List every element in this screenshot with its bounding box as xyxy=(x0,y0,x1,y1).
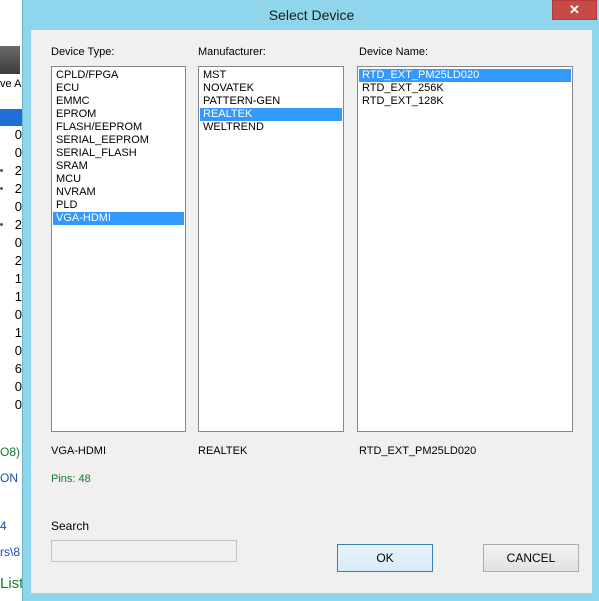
ok-button[interactable]: OK xyxy=(337,544,433,572)
background-list-row[interactable]: 0 xyxy=(0,378,22,396)
selected-manufacturer: REALTEK xyxy=(198,445,248,457)
row-marker-icon xyxy=(0,169,3,172)
background-list-value: 1 xyxy=(14,289,22,304)
background-list-row[interactable]: 0 xyxy=(0,126,22,144)
background-list-value: 2 xyxy=(14,163,22,178)
background-list-value: 0 xyxy=(14,397,22,412)
list-item[interactable]: ECU xyxy=(53,82,184,95)
background-list-value: 2 xyxy=(14,217,22,232)
list-item[interactable]: CPLD/FPGA xyxy=(53,69,184,82)
selected-device-type: VGA-HDMI xyxy=(51,445,106,457)
background-list-row[interactable]: 2 xyxy=(0,252,22,270)
background-status-line: O8) xyxy=(0,445,21,459)
manufacturer-listbox[interactable]: MST NOVATEK PATTERN-GEN REALTEK WELTREND xyxy=(198,66,344,432)
dialog-body: Device Type: Manufacturer: Device Name: … xyxy=(31,30,592,593)
list-item[interactable]: PLD xyxy=(53,199,184,212)
list-item[interactable]: RTD_EXT_PM25LD020 xyxy=(359,69,571,82)
save-icon[interactable] xyxy=(0,46,20,74)
close-button[interactable]: ✕ xyxy=(552,0,597,20)
list-item[interactable]: SERIAL_EEPROM xyxy=(53,134,184,147)
background-list-row[interactable]: 2 xyxy=(0,216,22,234)
background-list-value: 0 xyxy=(14,379,22,394)
background-status-line: List xyxy=(0,575,24,592)
list-item[interactable]: REALTEK xyxy=(200,108,342,121)
background-list-row[interactable]: 0 xyxy=(0,198,22,216)
background-status-line: 4 xyxy=(0,519,7,533)
background-list-value: 1 xyxy=(14,325,22,340)
list-item[interactable]: FLASH/EEPROM xyxy=(53,121,184,134)
row-marker-icon xyxy=(0,223,3,226)
background-list-row[interactable]: 1 xyxy=(0,270,22,288)
manufacturer-label: Manufacturer: xyxy=(198,46,266,58)
list-item[interactable]: EMMC xyxy=(53,95,184,108)
background-list-row[interactable]: 1 xyxy=(0,324,22,342)
list-item[interactable]: MCU xyxy=(53,173,184,186)
toolbar-label: ve A xyxy=(0,78,22,90)
background-list-value: 0 xyxy=(14,145,22,160)
list-item[interactable]: SRAM xyxy=(53,160,184,173)
background-list-row[interactable]: 0 xyxy=(0,396,22,414)
background-list-row[interactable]: 2 xyxy=(0,180,22,198)
background-list-row[interactable]: 6 xyxy=(0,360,22,378)
device-name-listbox[interactable]: RTD_EXT_PM25LD020 RTD_EXT_256K RTD_EXT_128… xyxy=(357,66,573,432)
screen: ve A 0 0 2 2 0 2 0 2 1 1 0 1 0 6 0 0 O8) ON 4 rs\8 List… xyxy=(0,0,599,601)
pins-count: Pins: 48 xyxy=(51,473,91,485)
background-list-value: 0 xyxy=(14,127,22,142)
background-list-row[interactable]: 1 xyxy=(0,288,22,306)
background-list: 0 0 2 2 0 2 0 2 1 1 0 1 0 6 0 0 xyxy=(0,126,24,416)
list-item[interactable]: WELTREND xyxy=(200,121,342,134)
list-item[interactable]: EPROM xyxy=(53,108,184,121)
background-list-value: 0 xyxy=(14,199,22,214)
search-input[interactable] xyxy=(51,540,237,562)
cancel-button[interactable]: CANCEL xyxy=(483,544,579,572)
list-header-bar xyxy=(0,109,24,126)
device-name-label: Device Name: xyxy=(359,46,429,58)
list-item[interactable]: RTD_EXT_256K xyxy=(359,82,571,95)
background-list-value: 2 xyxy=(14,253,22,268)
background-list-row[interactable]: 2 xyxy=(0,162,22,180)
dialog-titlebar[interactable]: Select Device ✕ xyxy=(23,0,599,30)
background-list-value: 0 xyxy=(14,343,22,358)
dialog-title: Select Device xyxy=(268,7,355,23)
background-list-value: 0 xyxy=(14,307,22,322)
list-item[interactable]: NOVATEK xyxy=(200,82,342,95)
background-status-line: rs\8 xyxy=(0,545,21,559)
close-icon: ✕ xyxy=(569,2,580,17)
search-label: Search xyxy=(51,519,90,533)
background-list-value: 0 xyxy=(14,235,22,250)
background-list-row[interactable]: 0 xyxy=(0,306,22,324)
list-item[interactable]: MST xyxy=(200,69,342,82)
row-marker-icon xyxy=(0,187,3,190)
background-app-window: ve A 0 0 2 2 0 2 0 2 1 1 0 1 0 6 0 0 O8) ON 4 rs\8 List xyxy=(0,0,24,601)
select-device-dialog: Select Device ✕ Device Type: Manufacture… xyxy=(22,0,599,601)
device-type-label: Device Type: xyxy=(51,46,115,58)
list-item[interactable]: NVRAM xyxy=(53,186,184,199)
background-list-row[interactable]: 0 xyxy=(0,234,22,252)
background-status-line: ON xyxy=(0,471,18,485)
list-item[interactable]: SERIAL_FLASH xyxy=(53,147,184,160)
list-item[interactable]: RTD_EXT_128K xyxy=(359,95,571,108)
background-list-value: 1 xyxy=(14,271,22,286)
list-item[interactable]: PATTERN-GEN xyxy=(200,95,342,108)
device-type-listbox[interactable]: CPLD/FPGA ECU EMMC EPROM FLASH/EEPROM SERIAL_… xyxy=(51,66,186,432)
selected-device-name: RTD_EXT_PM25LD020 xyxy=(359,445,477,457)
background-list-value: 6 xyxy=(14,361,22,376)
background-list-row[interactable]: 0 xyxy=(0,144,22,162)
list-item[interactable]: VGA-HDMI xyxy=(53,212,184,225)
background-list-value: 2 xyxy=(14,181,22,196)
background-list-row[interactable]: 0 xyxy=(0,342,22,360)
